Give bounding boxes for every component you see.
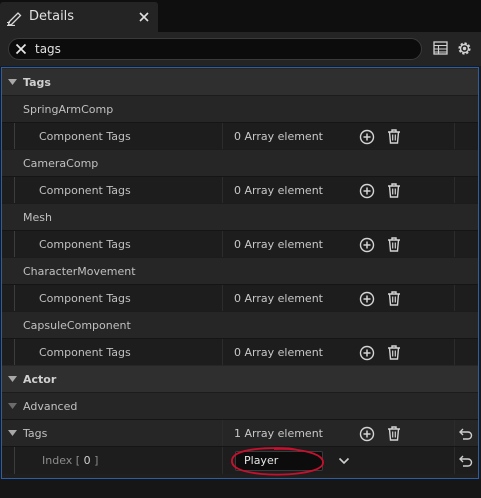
array-count: 0 Array element [234,346,323,359]
trash-icon[interactable] [386,236,402,253]
column-splitter[interactable] [222,285,223,312]
add-element-icon[interactable] [359,129,375,145]
indent-guide [14,177,15,204]
indent-guide [14,339,15,366]
red-highlight-annotation [228,445,328,477]
group-header[interactable]: CapsuleComponent [2,311,478,339]
trash-icon[interactable] [386,344,402,361]
tab-details[interactable]: Details [0,2,158,32]
array-count: 0 Array element [234,184,323,197]
index-number: 0 [83,454,91,467]
advanced-label: Advanced [23,400,78,413]
settings-icon[interactable] [456,40,473,57]
trash-icon[interactable] [386,128,402,145]
reset-to-default-icon[interactable] [459,428,473,440]
reset-column-divider [454,231,455,258]
details-toolbar [0,32,481,66]
property-label: Component Tags [39,238,131,251]
add-element-icon[interactable] [359,237,375,253]
category-tags[interactable]: Tags [2,68,478,96]
tab-bar: Details [0,0,481,32]
indent-guide [14,231,15,258]
array-count: 1 Array element [234,427,323,440]
collapse-arrow-icon[interactable] [8,79,17,86]
group-header[interactable]: CameraComp [2,149,478,177]
property-row: Component Tags 0 Array element [2,230,478,258]
category-label: Tags [23,76,51,89]
group-label: CapsuleComponent [23,319,131,332]
array-count: 0 Array element [234,292,323,305]
column-splitter[interactable] [222,420,223,447]
column-splitter[interactable] [222,231,223,258]
reset-column-divider [454,177,455,204]
group-header[interactable]: SpringArmComp [2,95,478,123]
details-panel: Tags SpringArmComp Component Tags 0 Arra… [1,67,479,479]
group-label: Mesh [23,211,52,224]
column-splitter[interactable] [222,123,223,150]
property-label: Tags [23,427,48,440]
trash-icon[interactable] [386,425,402,442]
index-prefix: Index [ [42,454,84,467]
reset-column-divider [454,285,455,312]
array-count: 0 Array element [234,238,323,251]
add-element-icon[interactable] [359,183,375,199]
pencil-icon [6,10,24,26]
group-header[interactable]: CharacterMovement [2,257,478,285]
collapse-arrow-icon[interactable] [8,430,17,437]
property-row: Component Tags 0 Array element [2,176,478,204]
index-suffix: ] [90,454,99,467]
advanced-section[interactable]: Advanced [2,392,478,420]
property-label: Component Tags [39,184,131,197]
indent-guide [14,123,15,150]
reset-column-divider [454,339,455,366]
trash-icon[interactable] [386,290,402,307]
reset-column-divider [454,447,455,474]
indent-guide [14,285,15,312]
search-input[interactable] [35,40,415,58]
collapse-arrow-icon[interactable] [8,403,17,410]
category-actor[interactable]: Actor [2,365,478,393]
property-row: Component Tags 0 Array element [2,122,478,150]
property-row: Component Tags 0 Array element [2,338,478,366]
panel-footer [0,479,481,498]
clear-search-icon[interactable] [15,43,27,55]
table-view-icon[interactable] [433,41,448,55]
column-splitter[interactable] [222,339,223,366]
collapse-arrow-icon[interactable] [8,376,17,383]
add-element-icon[interactable] [359,291,375,307]
add-element-icon[interactable] [359,345,375,361]
index-label: Index [ 0 ] [42,454,98,467]
property-label: Component Tags [39,346,131,359]
group-label: SpringArmComp [23,103,114,116]
array-index-row: Index [ 0 ] Player [2,445,478,477]
close-icon[interactable] [138,11,150,23]
tab-title: Details [29,9,75,24]
array-count: 0 Array element [234,130,323,143]
column-splitter[interactable] [222,177,223,204]
property-row: Component Tags 0 Array element [2,284,478,312]
group-label: CharacterMovement [23,265,136,278]
search-box[interactable] [8,38,422,60]
reset-column-divider [454,123,455,150]
reset-column-divider [454,420,455,447]
trash-icon[interactable] [386,182,402,199]
group-header[interactable]: Mesh [2,203,478,231]
category-label: Actor [23,373,57,386]
reset-to-default-icon[interactable] [459,455,473,467]
group-label: CameraComp [23,157,99,170]
add-element-icon[interactable] [359,426,375,442]
actor-tags-row: Tags 1 Array element [2,419,478,447]
chevron-down-icon[interactable] [338,457,350,465]
property-label: Component Tags [39,292,131,305]
property-label: Component Tags [39,130,131,143]
column-splitter[interactable] [222,447,223,474]
indent-guide [14,447,15,474]
